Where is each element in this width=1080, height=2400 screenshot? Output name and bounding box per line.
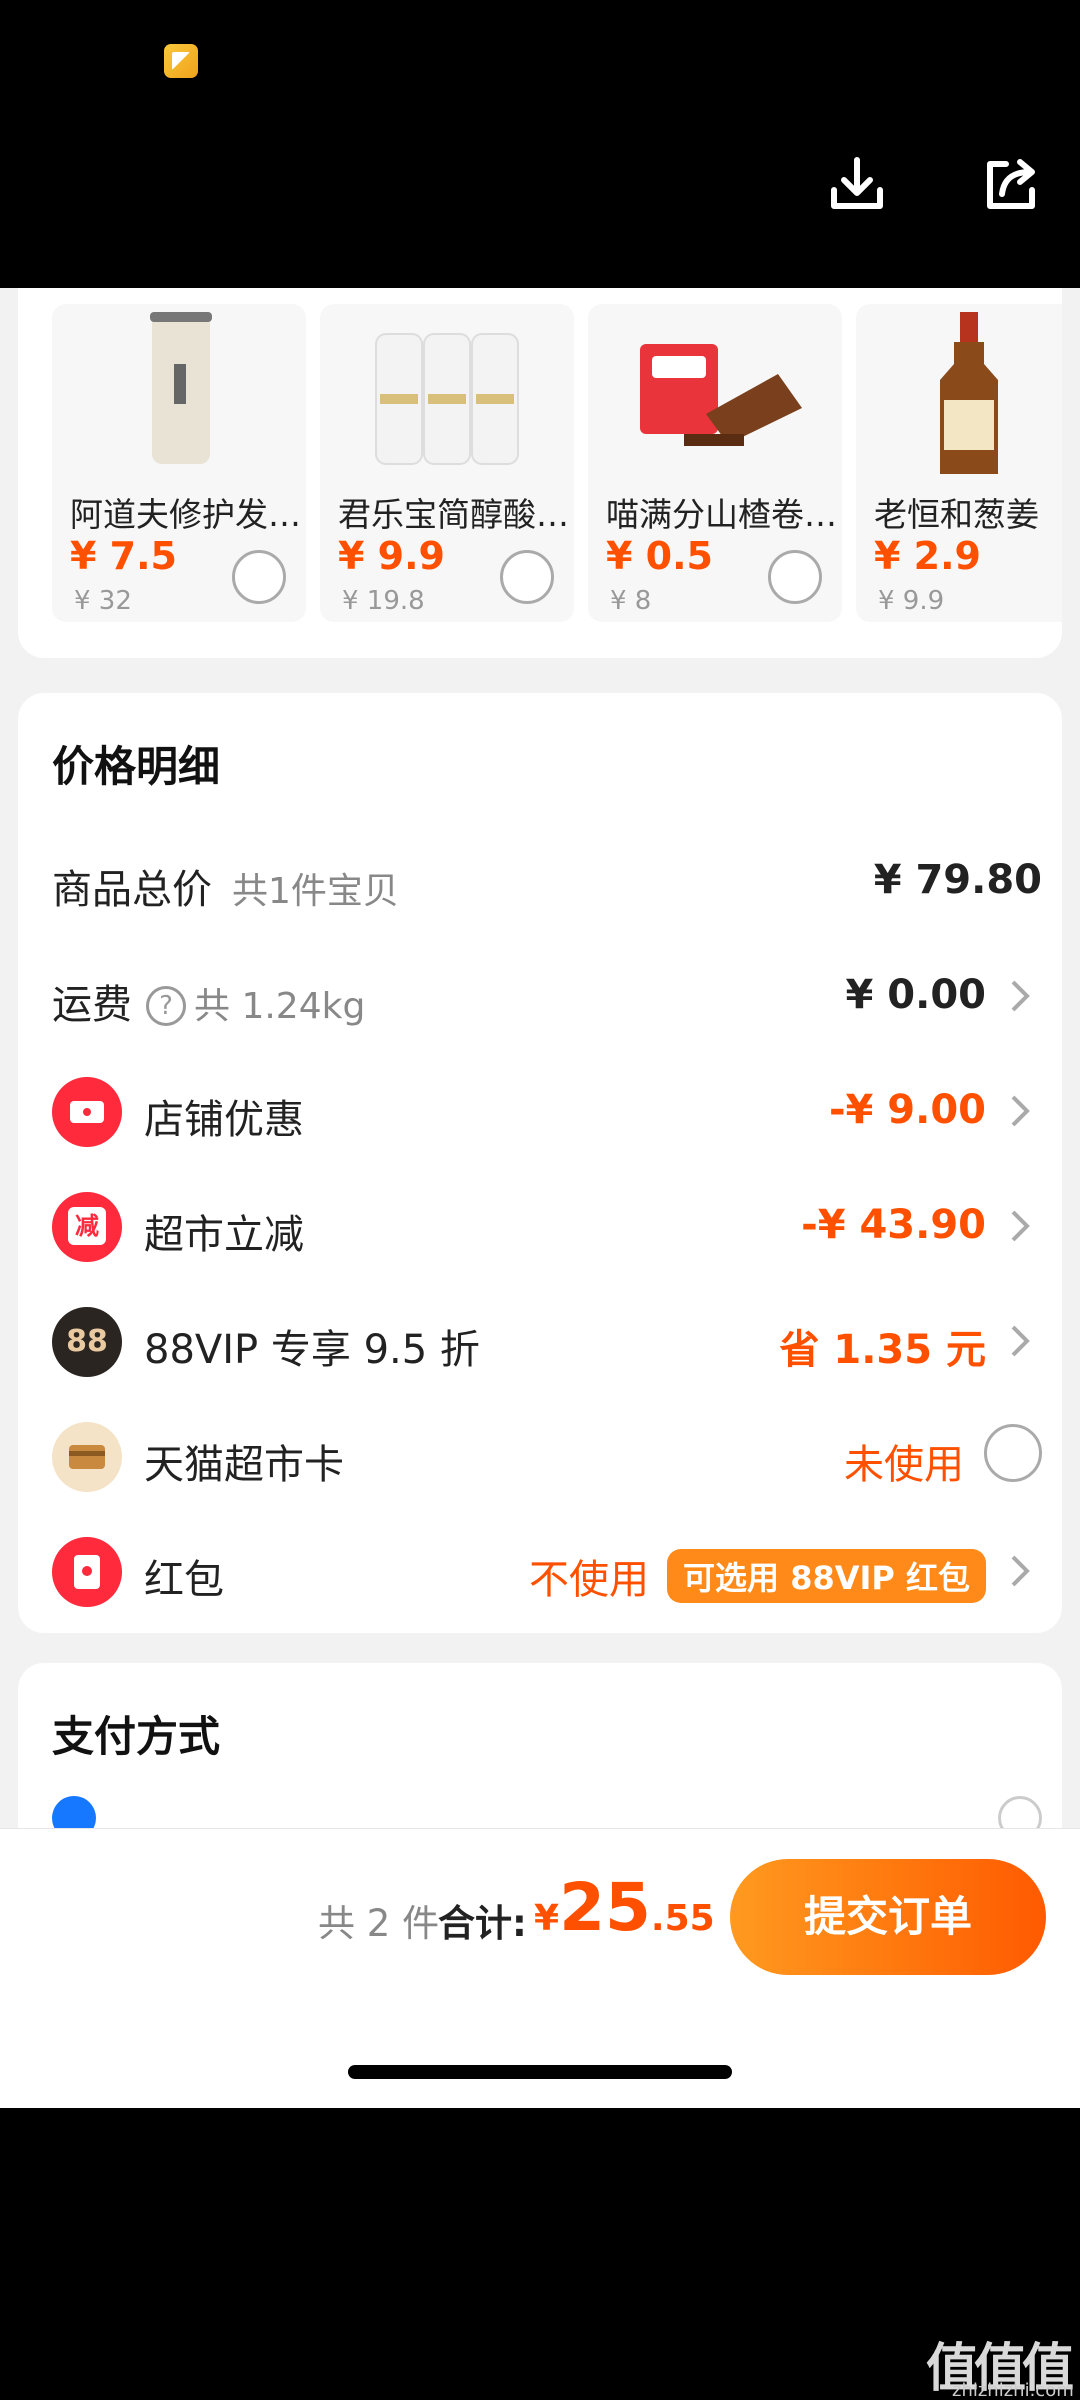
vip-red-packet-tag[interactable]: 可选用 88VIP 红包 bbox=[667, 1549, 986, 1603]
phone-screenshot: 阿道夫修护发… ¥ 7.5 ¥ 32 君乐宝简醇酸… ¥ 9.9 ¥ 19.8 bbox=[0, 0, 1080, 2400]
shipping-label: 运费 bbox=[52, 982, 132, 1028]
product-name: 阿道夫修护发… bbox=[70, 495, 301, 534]
price-detail-title: 价格明细 bbox=[52, 742, 221, 791]
chevron-right-icon bbox=[1011, 1210, 1030, 1242]
product-name: 喵满分山楂卷… bbox=[606, 495, 837, 534]
store-discount-row[interactable]: 店铺优惠 -¥ 9.00 bbox=[52, 1073, 1042, 1153]
items-total-value: ¥ 79.80 bbox=[873, 857, 1042, 903]
tmall-card-label: 天猫超市卡 bbox=[144, 1442, 344, 1488]
payment-method-title: 支付方式 bbox=[52, 1712, 221, 1761]
product-original-price: ¥ 8 bbox=[610, 586, 652, 616]
note-icon bbox=[164, 44, 198, 78]
chevron-right-icon bbox=[1011, 1325, 1030, 1357]
product-price: ¥ 7.5 bbox=[70, 534, 177, 578]
supermarket-discount-label: 超市立减 bbox=[144, 1212, 304, 1258]
store-coupon-icon bbox=[52, 1077, 122, 1147]
red-packet-row[interactable]: 红包 不使用 可选用 88VIP 红包 bbox=[52, 1533, 1042, 1613]
product-price: ¥ 0.5 bbox=[606, 534, 713, 578]
order-confirm-screen: 阿道夫修护发… ¥ 7.5 ¥ 32 君乐宝简醇酸… ¥ 9.9 ¥ 19.8 bbox=[0, 288, 1080, 2108]
items-count: 共1件宝贝 bbox=[232, 871, 399, 912]
product-card[interactable]: 阿道夫修护发… ¥ 7.5 ¥ 32 bbox=[52, 304, 306, 622]
select-radio[interactable] bbox=[232, 550, 286, 604]
tmall-card-status: 未使用 bbox=[844, 1442, 964, 1488]
chevron-right-icon bbox=[1011, 1555, 1030, 1587]
item-count: 共 2 件 bbox=[318, 1902, 440, 1945]
supermarket-discount-row[interactable]: 减 超市立减 -¥ 43.90 bbox=[52, 1188, 1042, 1268]
red-packet-icon bbox=[52, 1537, 122, 1607]
items-total-label: 商品总价 bbox=[52, 867, 212, 913]
tmall-card-row[interactable]: 天猫超市卡 未使用 bbox=[52, 1418, 1042, 1498]
hawthorn-roll-image bbox=[640, 344, 802, 446]
cooking-wine-image bbox=[940, 312, 998, 474]
vip-discount-value: 省 1.35 元 bbox=[779, 1327, 986, 1373]
shipping-weight: 共 1.24kg bbox=[194, 986, 366, 1027]
download-icon[interactable] bbox=[822, 150, 892, 220]
supermarket-discount-value: -¥ 43.90 bbox=[801, 1202, 986, 1248]
product-original-price: ¥ 9.9 bbox=[878, 586, 945, 616]
vip-discount-row[interactable]: 88 88VIP 专享 9.5 折 省 1.35 元 bbox=[52, 1303, 1042, 1383]
shipping-value: ¥ 0.00 bbox=[845, 972, 986, 1018]
reduce-icon: 减 bbox=[52, 1192, 122, 1262]
viewer-top-bar bbox=[0, 0, 1080, 288]
product-card[interactable]: 君乐宝简醇酸… ¥ 9.9 ¥ 19.8 bbox=[320, 304, 574, 622]
yogurt-image bbox=[375, 333, 519, 465]
items-total-row: 商品总价 共1件宝贝 ¥ 79.80 bbox=[52, 843, 1042, 923]
product-original-price: ¥ 32 bbox=[74, 586, 132, 616]
product-price: ¥ 9.9 bbox=[338, 534, 445, 578]
shipping-row[interactable]: 运费? 共 1.24kg ¥ 0.00 bbox=[52, 958, 1042, 1038]
red-packet-label: 红包 bbox=[144, 1557, 224, 1603]
watermark-url: zhizhizhi.com bbox=[952, 2380, 1074, 2400]
total-amount: ¥25.55 bbox=[534, 1869, 715, 1946]
card-icon bbox=[52, 1422, 122, 1492]
chevron-right-icon bbox=[1011, 1095, 1030, 1127]
home-indicator[interactable] bbox=[348, 2065, 732, 2079]
store-discount-value: -¥ 9.00 bbox=[828, 1087, 986, 1133]
submit-order-button[interactable]: 提交订单 bbox=[730, 1859, 1046, 1975]
help-icon[interactable]: ? bbox=[146, 986, 186, 1026]
recommendation-card: 阿道夫修护发… ¥ 7.5 ¥ 32 君乐宝简醇酸… ¥ 9.9 ¥ 19.8 bbox=[18, 288, 1062, 658]
product-name: 老恒和葱姜 bbox=[874, 495, 1039, 534]
select-radio[interactable] bbox=[500, 550, 554, 604]
share-icon[interactable] bbox=[976, 150, 1046, 220]
product-name: 君乐宝简醇酸… bbox=[338, 495, 569, 534]
product-price: ¥ 2.9 bbox=[874, 534, 981, 578]
total-label: 合计: bbox=[438, 1902, 527, 1945]
price-detail-card: 价格明细 商品总价 共1件宝贝 ¥ 79.80 运费? 共 1.24kg ¥ 0.0… bbox=[18, 693, 1062, 1633]
select-radio[interactable] bbox=[768, 550, 822, 604]
vip-discount-label: 88VIP 专享 9.5 折 bbox=[144, 1327, 480, 1373]
vip-88-icon: 88 bbox=[52, 1307, 122, 1377]
product-original-price: ¥ 19.8 bbox=[342, 586, 425, 616]
product-card[interactable]: 喵满分山楂卷… ¥ 0.5 ¥ 8 bbox=[588, 304, 842, 622]
store-discount-label: 店铺优惠 bbox=[144, 1097, 304, 1143]
tmall-card-radio[interactable] bbox=[984, 1424, 1042, 1482]
chevron-right-icon bbox=[1011, 980, 1030, 1012]
product-card[interactable]: 老恒和葱姜 ¥ 2.9 ¥ 9.9 bbox=[856, 304, 1062, 622]
checkout-bar: 共 2 件 合计: ¥25.55 提交订单 bbox=[0, 1828, 1080, 2108]
red-packet-status: 不使用 bbox=[529, 1557, 650, 1603]
hair-cream-image bbox=[150, 312, 212, 464]
